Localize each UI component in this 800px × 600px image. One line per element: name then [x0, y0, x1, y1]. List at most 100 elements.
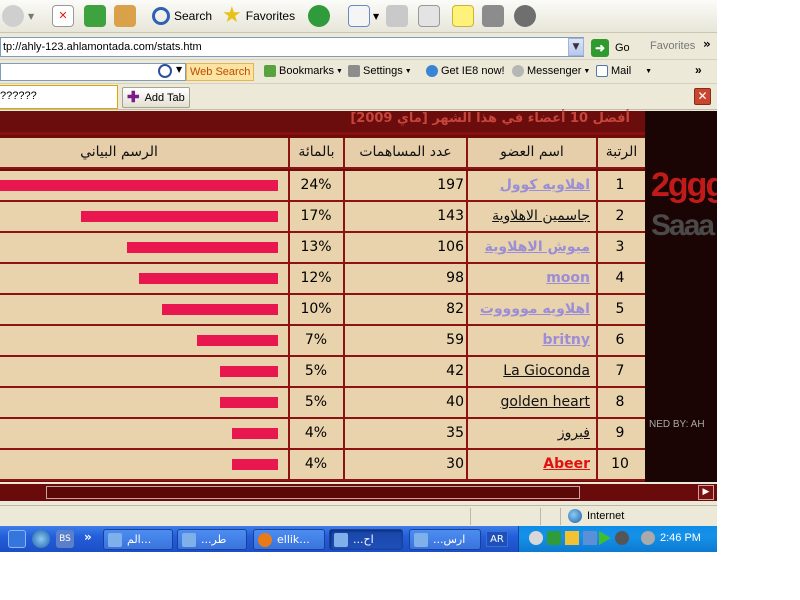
posts-cell: 197 — [437, 177, 464, 193]
address-dropdown[interactable]: ▼ — [568, 38, 584, 56]
messenger-label: Messenger — [527, 65, 582, 77]
bookmark-icon — [264, 65, 276, 77]
print-button[interactable] — [386, 3, 408, 29]
member-link[interactable]: فيروز — [466, 419, 590, 448]
member-link[interactable]: golden heart — [466, 388, 590, 417]
page-content: أفضل 10 أعضاء في هذا الشهر [ماي 2009] ال… — [0, 111, 717, 501]
stop-button[interactable]: ✕ — [52, 3, 74, 29]
history-button[interactable] — [308, 3, 330, 29]
table-row: 1 اهلاويه كوول 197 24% — [0, 171, 645, 202]
search-icon — [152, 7, 170, 25]
banner-logo-bottom: Saaa — [651, 209, 715, 242]
member-link[interactable]: اهلاويه كوول — [466, 171, 590, 200]
member-link[interactable]: La Gioconda — [466, 357, 590, 386]
taskbar-task[interactable]: ...ارس — [409, 529, 481, 550]
tray-app-icon[interactable] — [583, 531, 597, 545]
standard-toolbar: ▼ ✕ Search ★ Favorites ▼ — [0, 0, 717, 33]
tray-app-icon[interactable] — [615, 531, 629, 545]
refresh-button[interactable] — [84, 3, 106, 29]
rank-cell: 6 — [615, 332, 625, 348]
messenger-button[interactable] — [514, 3, 536, 29]
messenger-menu[interactable]: Messenger ▼ — [512, 65, 590, 77]
taskbar-task-active[interactable]: ...اح — [329, 529, 403, 550]
scrollbar-thumb[interactable] — [46, 486, 580, 499]
table-row: 8 golden heart 40 5% — [0, 388, 645, 419]
search-icon — [158, 64, 172, 78]
favorites-button[interactable]: ★ Favorites — [222, 3, 295, 29]
quicklaunch-overflow[interactable]: » — [84, 530, 92, 544]
go-button[interactable]: ➜ Go — [591, 38, 630, 58]
edit-button[interactable] — [418, 3, 440, 29]
horizontal-scrollbar[interactable]: ▶ — [0, 484, 717, 501]
settings-label: Settings — [363, 65, 403, 77]
member-link[interactable]: moon — [466, 264, 590, 293]
chevron-down-icon: ▼ — [373, 11, 380, 21]
header-posts: عدد المساهمات — [343, 138, 466, 169]
mail-button[interactable]: ▼ — [348, 3, 379, 29]
ie-icon[interactable] — [32, 530, 50, 548]
status-divider — [540, 508, 541, 525]
forward-button[interactable]: ▼ — [2, 3, 34, 29]
taskbar-task[interactable]: ellik... — [253, 529, 325, 550]
chevron-down-icon: ▼ — [404, 67, 412, 75]
web-search-button[interactable]: Web Search — [186, 63, 255, 81]
language-indicator[interactable]: AR — [486, 531, 508, 547]
globe-icon — [568, 509, 582, 523]
member-link[interactable]: britny — [466, 326, 590, 355]
rank-cell: 7 — [615, 363, 625, 379]
member-link[interactable]: اهلاويه مووووت — [466, 295, 590, 324]
posts-cell: 106 — [437, 239, 464, 255]
toolbar-overflow-button[interactable]: » — [703, 37, 711, 51]
app-shortcut-icon[interactable]: BS — [56, 530, 74, 548]
close-tab-button[interactable]: ✕ — [694, 88, 711, 105]
tray-app-icon[interactable] — [641, 531, 655, 545]
cell-divider — [288, 450, 290, 479]
member-link[interactable]: ميوش الاهلاوية — [466, 233, 590, 262]
chart-bar — [127, 242, 278, 253]
mail-menu[interactable]: Mail ▼ — [596, 65, 652, 77]
tray-expand-icon[interactable] — [529, 531, 543, 545]
add-tab-button[interactable]: ✚ Add Tab — [122, 87, 190, 108]
posts-cell: 30 — [446, 456, 464, 472]
cell-divider — [288, 202, 290, 231]
ie-icon — [426, 65, 438, 77]
taskbar-task[interactable]: الم... — [103, 529, 173, 550]
percent-cell: 12% — [300, 270, 332, 286]
home-icon — [114, 5, 136, 27]
bookmarks-menu[interactable]: Bookmarks ▼ — [264, 65, 343, 77]
show-desktop-icon[interactable] — [8, 530, 26, 548]
research-button[interactable] — [482, 3, 504, 29]
scroll-right-button[interactable]: ▶ — [698, 485, 714, 500]
play-icon[interactable] — [599, 531, 611, 545]
search-button[interactable]: Search — [152, 3, 212, 29]
member-link[interactable]: Abeer — [466, 450, 590, 479]
task-label: ...اح — [353, 533, 374, 546]
settings-menu[interactable]: Settings ▼ — [348, 65, 412, 77]
rank-cell: 1 — [615, 177, 625, 193]
chart-bar — [139, 273, 278, 284]
tray-app-icon[interactable] — [547, 531, 561, 545]
rank-cell: 2 — [615, 208, 625, 224]
chart-bar — [232, 459, 278, 470]
security-zone: Internet — [568, 509, 624, 523]
tray-app-icon[interactable] — [565, 531, 579, 545]
links-favorites[interactable]: Favorites — [650, 40, 695, 52]
get-ie8-link[interactable]: Get IE8 now! — [426, 65, 505, 77]
messenger-icon — [514, 5, 536, 27]
cell-divider — [288, 357, 290, 386]
address-input[interactable]: tp://ahly-123.ahlamontada.com/stats.htm — [0, 37, 584, 57]
taskbar-task[interactable]: ...طر — [177, 529, 247, 550]
table-row: 4 moon 98 12% — [0, 264, 645, 295]
discuss-button[interactable] — [452, 3, 474, 29]
clock[interactable]: 2:46 PM — [660, 532, 701, 544]
toolbar-overflow-button[interactable]: » — [695, 63, 702, 77]
powered-by-text: NED BY: AH — [649, 419, 705, 430]
search-toolbar: ▼ Web Search Bookmarks ▼ Settings ▼ Get … — [0, 61, 717, 84]
go-arrow-icon: ➜ — [591, 39, 609, 57]
home-button[interactable] — [114, 3, 136, 29]
tab-current[interactable]: ?????? — [0, 85, 118, 109]
taskbar: BS » الم... ...طر ellik... ...اح ...ارس … — [0, 526, 717, 552]
cell-divider — [288, 264, 290, 293]
member-link[interactable]: جاسمين الاهلاوية — [466, 202, 590, 231]
table-row: 5 اهلاويه مووووت 82 10% — [0, 295, 645, 326]
